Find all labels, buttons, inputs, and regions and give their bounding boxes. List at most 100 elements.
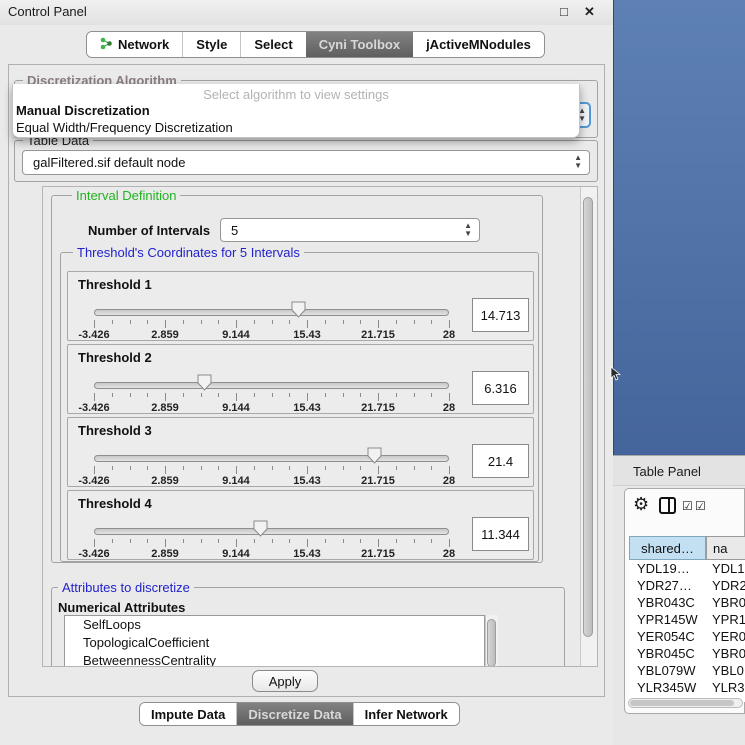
slider-ticks [94, 466, 449, 475]
checkbox-icon[interactable]: ☑ [695, 499, 706, 513]
attribute-item[interactable]: BetweennessCentrality [65, 652, 484, 667]
panel-title: Control Panel [8, 4, 87, 19]
threshold-label: Threshold 3 [78, 423, 152, 438]
table-panel-title: Table Panel [633, 464, 701, 479]
threshold-value-field[interactable]: 11.344 [472, 517, 529, 551]
settings-scroll-area: Interval Definition Number of Intervals … [42, 186, 598, 667]
cell-shared-name: YDR27… [637, 578, 692, 593]
slider-ticks [94, 539, 449, 548]
column-header-name[interactable]: na [706, 536, 745, 560]
table-row[interactable]: YBR045CYBR0 [629, 645, 745, 662]
tab-label: Infer Network [365, 707, 448, 722]
cell-name: YER0 [712, 629, 745, 644]
slider-tick-labels: -3.4262.8599.14415.4321.71528 [94, 329, 449, 341]
cell-name: YBL0 [712, 663, 744, 678]
slider-ticks [94, 393, 449, 402]
numerical-attributes-label: Numerical Attributes [58, 600, 185, 615]
gear-icon[interactable]: ⚙ [633, 494, 649, 515]
threshold-slider-handle[interactable] [253, 520, 268, 537]
table-panel-header: Table Panel [613, 455, 745, 486]
cell-shared-name: YPR145W [637, 612, 698, 627]
threshold-value-field[interactable]: 21.4 [472, 444, 529, 478]
numerical-attributes-list[interactable]: SelfLoopsTopologicalCoefficientBetweenne… [64, 615, 485, 667]
columns-icon[interactable] [659, 497, 676, 514]
tab-impute-data[interactable]: Impute Data [140, 703, 236, 725]
table-row[interactable]: YLR345WYLR3 [629, 679, 745, 696]
interval-definition-group: Interval Definition Number of Intervals … [51, 195, 543, 563]
threshold-slider-track[interactable] [94, 455, 449, 462]
cell-name: YDL1 [712, 561, 745, 576]
number-of-intervals-value: 5 [231, 223, 238, 238]
threshold-slider-handle[interactable] [197, 374, 212, 391]
threshold-value-field[interactable]: 6.316 [472, 371, 529, 405]
table-row[interactable]: YBR043C YBR0 [629, 594, 745, 611]
control-panel: Control Panel □ ✕ Network Style Select Cyni… [0, 0, 613, 745]
slider-tick-labels: -3.4262.8599.14415.4321.71528 [94, 548, 449, 560]
number-of-intervals-label: Number of Intervals [88, 223, 210, 238]
threshold-panel: Threshold 2 -3.4262.8599.14415.4321.7152… [67, 344, 534, 414]
tab-infer-network[interactable]: Infer Network [353, 703, 459, 725]
tab-label: Cyni Toolbox [319, 37, 400, 52]
cell-name: YDR2 [712, 578, 745, 593]
network-icon [100, 37, 113, 53]
checkbox-icon[interactable]: ☑ [682, 499, 693, 513]
thresholds-group-title: Threshold's Coordinates for 5 Intervals [73, 245, 304, 260]
thresholds-group: Threshold's Coordinates for 5 Intervals … [60, 252, 539, 562]
tab-label: Style [196, 37, 227, 52]
tab-cyni-toolbox[interactable]: Cyni Toolbox [306, 32, 413, 57]
stepper-arrows-icon: ▲▼ [574, 154, 582, 170]
close-icon[interactable]: ✕ [584, 4, 595, 20]
threshold-value-field[interactable]: 14.713 [472, 298, 529, 332]
threshold-panel: Threshold 1 -3.4262.8599.14415.4321.7152… [67, 271, 534, 341]
network-view-window: GAL80GACGAL11GAL4GCY1HHAP2 [613, 0, 745, 455]
interval-definition-title: Interval Definition [72, 188, 180, 203]
number-of-intervals-combobox[interactable]: 5 ▲▼ [220, 218, 480, 242]
table-hscrollbar-thumb[interactable] [630, 700, 734, 706]
tab-network[interactable]: Network [87, 32, 182, 57]
attribute-item[interactable]: TopologicalCoefficient [65, 634, 484, 652]
attributes-scrollbar[interactable] [485, 615, 498, 667]
table-row[interactable]: YPR145WYPR1 [629, 611, 745, 628]
float-icon[interactable]: □ [560, 4, 568, 19]
attribute-item[interactable]: SelfLoops [65, 616, 484, 634]
settings-scrollbar-thumb[interactable] [583, 197, 593, 637]
table-row[interactable]: YBL079W YBL0 [629, 662, 745, 679]
cell-shared-name: YBR045C [637, 646, 695, 661]
column-header-shared[interactable]: shared… [629, 536, 706, 560]
threshold-panel: Threshold 3 -3.4262.8599.14415.4321.7152… [67, 417, 534, 487]
slider-ticks [94, 320, 449, 329]
control-panel-titlebar: Control Panel □ ✕ [0, 0, 613, 25]
screen: Control Panel □ ✕ Network Style Select Cyni… [0, 0, 745, 745]
tab-select[interactable]: Select [240, 32, 305, 57]
attributes-scrollbar-thumb[interactable] [487, 619, 496, 667]
table-row[interactable]: YDR27… YDR2 [629, 577, 745, 594]
threshold-slider-track[interactable] [94, 309, 449, 316]
tab-style[interactable]: Style [182, 32, 240, 57]
threshold-label: Threshold 4 [78, 496, 152, 511]
tab-label: Impute Data [151, 707, 225, 722]
threshold-slider-handle[interactable] [367, 447, 382, 464]
threshold-slider-track[interactable] [94, 382, 449, 389]
tab-label: Discretize Data [248, 707, 341, 722]
cell-shared-name: YBL079W [637, 663, 696, 678]
table-row[interactable]: YDL19… YDL1 [629, 560, 745, 577]
table-row[interactable]: YER054C YER0 [629, 628, 745, 645]
slider-tick-labels: -3.4262.8599.14415.4321.71528 [94, 402, 449, 414]
threshold-label: Threshold 1 [78, 277, 152, 292]
apply-button[interactable]: Apply [252, 670, 318, 692]
threshold-slider-track[interactable] [94, 528, 449, 535]
cell-name: YBR0 [712, 595, 745, 610]
settings-scrollbar[interactable] [580, 187, 597, 666]
dropdown-option-equal-width-frequency[interactable]: Equal Width/Frequency Discretization [16, 120, 233, 135]
tab-jactivemnodules[interactable]: jActiveMNodules [413, 32, 544, 57]
tab-discretize-data[interactable]: Discretize Data [236, 703, 352, 725]
stepper-arrows-icon: ▲▼ [464, 222, 472, 238]
tab-label: Select [254, 37, 292, 52]
table-data-combobox[interactable]: galFiltered.sif default node ▲▼ [22, 150, 590, 175]
threshold-slider-handle[interactable] [291, 301, 306, 318]
cell-shared-name: YBR043C [637, 595, 695, 610]
cell-shared-name: YDL19… [637, 561, 690, 576]
cell-shared-name: YLR345W [637, 680, 696, 695]
cell-shared-name: YER054C [637, 629, 695, 644]
dropdown-option-manual-discretization[interactable]: Manual Discretization [16, 103, 150, 118]
